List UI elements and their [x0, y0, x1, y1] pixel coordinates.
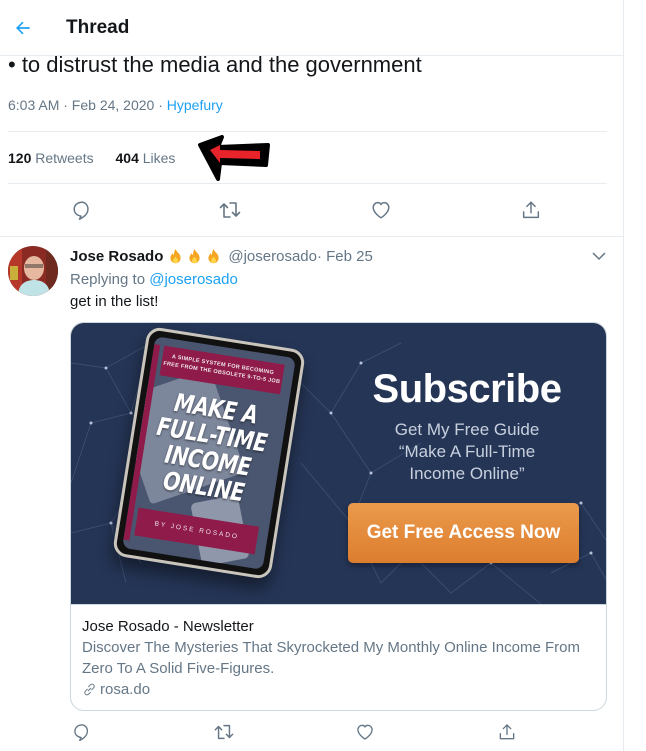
column-border: [623, 0, 624, 751]
share-icon: [522, 201, 540, 219]
card-body: Jose Rosado - Newsletter Discover The My…: [71, 604, 606, 710]
card-title: Jose Rosado - Newsletter: [82, 618, 254, 635]
retweet-icon: [214, 724, 234, 740]
guide-line: “Make A Full-Time: [398, 442, 536, 461]
reply-icon: [74, 724, 89, 741]
replying-to-link[interactable]: @joserosado: [149, 271, 238, 288]
name-emojis: [167, 248, 222, 265]
guide-text: Get My Free Guide “Make A Full-Time Inco…: [356, 419, 578, 485]
author-handle[interactable]: @joserosado: [228, 248, 317, 265]
tablet-screen: A SIMPLE SYSTEM FOR BECOMING FREE FROM T…: [122, 336, 296, 570]
like-button[interactable]: [363, 192, 399, 228]
tweet-stats: 120 Retweets 404 Likes: [8, 150, 193, 166]
fire-emoji-icon: [170, 248, 181, 264]
tweet-meta: 6:03 AM · Feb 24, 2020 · Hypefury: [8, 97, 223, 113]
likes-label: Likes: [138, 150, 176, 166]
heart-icon: [357, 724, 373, 740]
retweets-count: 120: [8, 150, 32, 166]
profile-photo: [8, 246, 58, 296]
fire-emoji-icon: [208, 248, 219, 264]
retweet-icon: [219, 202, 241, 218]
guide-line: Income Online”: [409, 464, 525, 483]
link-card[interactable]: A SIMPLE SYSTEM FOR BECOMING FREE FROM T…: [70, 322, 607, 711]
reply-date[interactable]: · Feb 25: [317, 248, 373, 265]
avatar[interactable]: [8, 246, 58, 296]
retweets-label: Retweets: [31, 150, 94, 166]
tweet-text: • to distrust the media and the governme…: [8, 52, 422, 77]
reply-header: Jose Rosado @joserosado · Feb 25: [70, 248, 373, 265]
chevron-down-icon: [592, 252, 606, 261]
back-button[interactable]: [8, 13, 38, 43]
share-button[interactable]: [489, 714, 525, 750]
reply-button[interactable]: [64, 714, 100, 750]
share-icon: [499, 724, 515, 740]
heart-icon: [372, 201, 390, 219]
reply-icon: [73, 201, 89, 220]
guide-line: Get My Free Guide: [394, 420, 540, 439]
more-options-button[interactable]: [590, 248, 608, 264]
thread-column: Thread • to distrust the media and the g…: [0, 0, 623, 751]
tweet-timestamp[interactable]: 6:03 AM · Feb 24, 2020 ·: [8, 97, 167, 113]
retweets-stat[interactable]: 120 Retweets: [8, 150, 94, 166]
card-description: Discover The Mysteries That Skyrocketed …: [82, 639, 580, 677]
fire-emoji-icon: [189, 248, 200, 264]
thread-header: Thread: [0, 0, 623, 56]
divider: [8, 183, 607, 184]
subscribe-headline: Subscribe: [372, 367, 562, 411]
retweet-button[interactable]: [206, 714, 242, 750]
reply-actions: [64, 714, 646, 750]
link-icon: [84, 683, 95, 696]
divider: [8, 131, 607, 132]
page-title: Thread: [66, 17, 130, 38]
card-domain: rosa.do: [82, 679, 597, 700]
share-button[interactable]: [513, 192, 549, 228]
ebook-title: MAKE A FULL-TIME INCOME ONLINE: [135, 386, 284, 511]
author-name[interactable]: Jose Rosado: [70, 248, 163, 265]
like-button[interactable]: [347, 714, 383, 750]
reply-button[interactable]: [64, 192, 100, 228]
tweet-separator: [0, 236, 623, 237]
tweet-actions: [8, 192, 607, 228]
reply-text: get in the list!: [70, 293, 159, 310]
arrow-left-icon: [16, 21, 30, 35]
likes-stat[interactable]: 404 Likes: [116, 150, 176, 166]
replying-prefix: Replying to: [70, 271, 150, 288]
likes-count: 404: [115, 150, 139, 166]
annotation-arrow-icon: [198, 135, 270, 181]
tweet-source-link[interactable]: Hypefury: [167, 97, 223, 113]
card-image: A SIMPLE SYSTEM FOR BECOMING FREE FROM T…: [71, 323, 606, 604]
replying-to: Replying to @joserosado: [70, 271, 238, 288]
get-free-access-button[interactable]: Get Free Access Now: [348, 503, 579, 563]
card-domain-text: rosa.do: [100, 681, 151, 698]
retweet-button[interactable]: [212, 192, 248, 228]
